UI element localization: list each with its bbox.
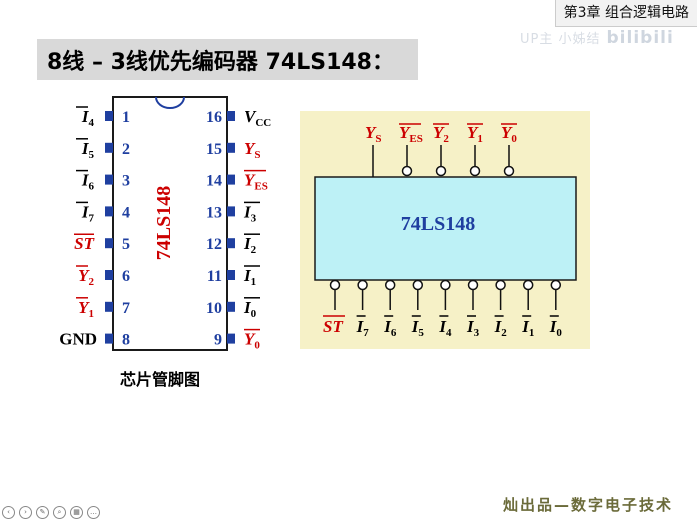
next-icon[interactable]: › [19,506,32,519]
footer-credit: 灿出品—数字电子技术 [503,496,674,514]
input-label-sub: 5 [418,327,424,339]
input-label: ST [323,317,343,336]
logic-symbol: 74LS148 YS YES Y2 Y1 Y0ST I7 I6 I5 I4 I3 I2 I1 I0 [300,111,590,349]
more-icon[interactable]: … [87,506,100,519]
input-label-sub: 7 [363,327,369,339]
output-label-sub: 2 [443,133,449,145]
inversion-bubble [412,279,424,291]
inversion-bubble [357,279,368,291]
inversion-bubble [469,165,481,177]
grid-icon[interactable]: ▦ [70,506,83,519]
input-label-sub: 3 [474,327,480,339]
inversion-bubble [435,165,447,177]
input-label-sig: ST [323,317,343,336]
output-label-sub: 0 [511,133,517,145]
inversion-bubble [329,279,341,291]
output-label-sub: 1 [477,133,483,145]
slide: 第3章 组合逻辑电路 UP主 小姊结 bilibili 8线 – 3线优先编码器 … [0,0,697,522]
inversion-bubble [503,165,515,177]
input-label-sub: 4 [446,327,452,339]
inversion-bubble [384,279,396,291]
inversion-bubble [467,279,479,291]
input-label-sub: 0 [556,327,562,339]
input-label-sub: 2 [501,327,507,339]
inversion-bubble [401,165,413,177]
input-label-sub: 1 [529,327,535,339]
inversion-bubble [522,279,534,291]
logic-block-name: 74LS148 [401,213,475,235]
inversion-bubble [440,279,451,291]
zoom-icon[interactable]: ⌕ [53,506,66,519]
slide-toolbar[interactable]: ‹ › ✎ ⌕ ▦ … [2,506,100,519]
prev-icon[interactable]: ‹ [2,506,15,519]
output-label-sub: S [375,133,381,145]
output-label-sub: ES [409,133,422,145]
pen-icon[interactable]: ✎ [36,506,49,519]
input-label-sub: 6 [391,327,397,339]
inversion-bubble [495,279,506,291]
inversion-bubble [550,279,562,291]
